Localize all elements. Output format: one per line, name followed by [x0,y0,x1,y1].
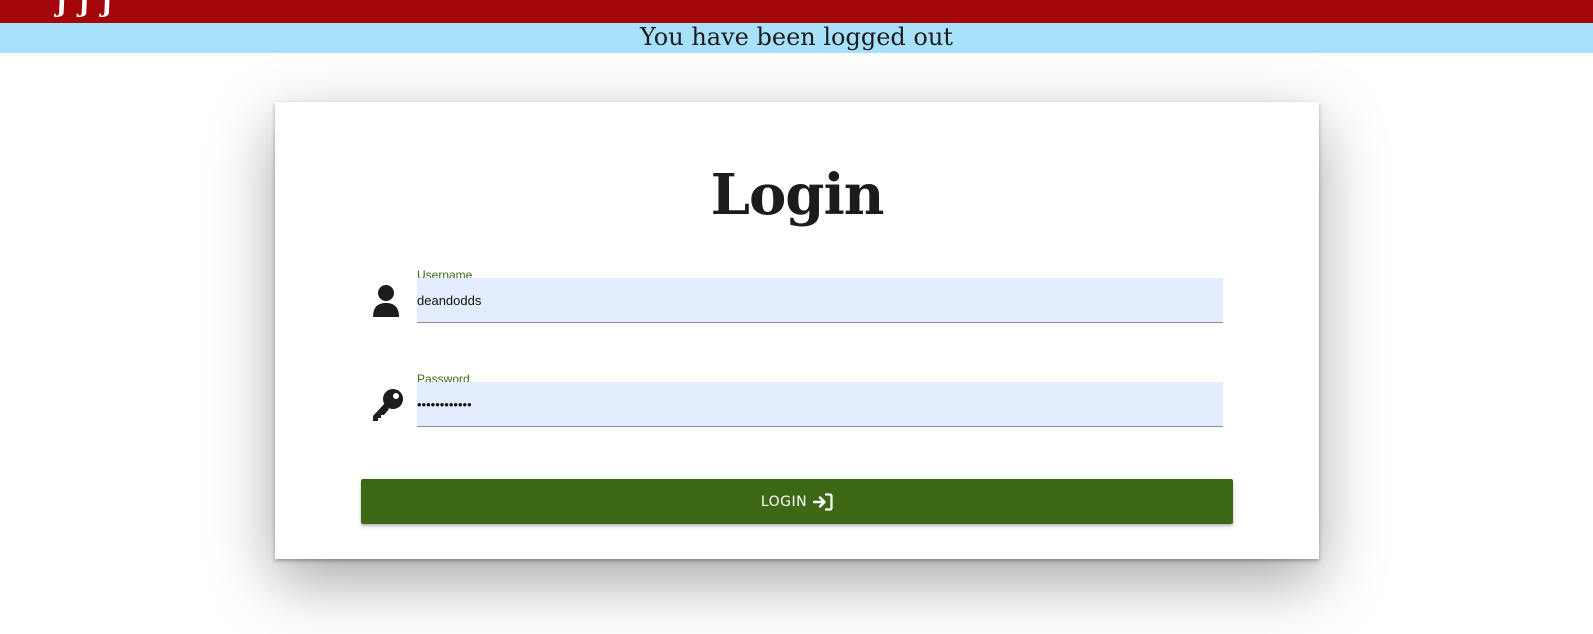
logout-notice-banner: You have been logged out [0,23,1593,53]
sign-in-icon [813,492,833,511]
top-header-bar: ʃʃʃ [0,0,1593,23]
site-logo[interactable]: ʃʃʃ [58,0,126,16]
login-card: Login Username Password LOGIN [275,102,1319,559]
login-button-label: LOGIN [760,493,808,510]
username-input[interactable] [417,278,1223,323]
logout-notice-text: You have been logged out [640,23,953,51]
username-field-row: Username [371,268,1231,328]
user-icon [371,284,403,320]
login-button[interactable]: LOGIN [361,479,1233,524]
login-title: Login [710,162,885,228]
key-icon [371,388,403,424]
password-field-row: Password [371,372,1231,432]
password-input[interactable] [417,382,1223,427]
